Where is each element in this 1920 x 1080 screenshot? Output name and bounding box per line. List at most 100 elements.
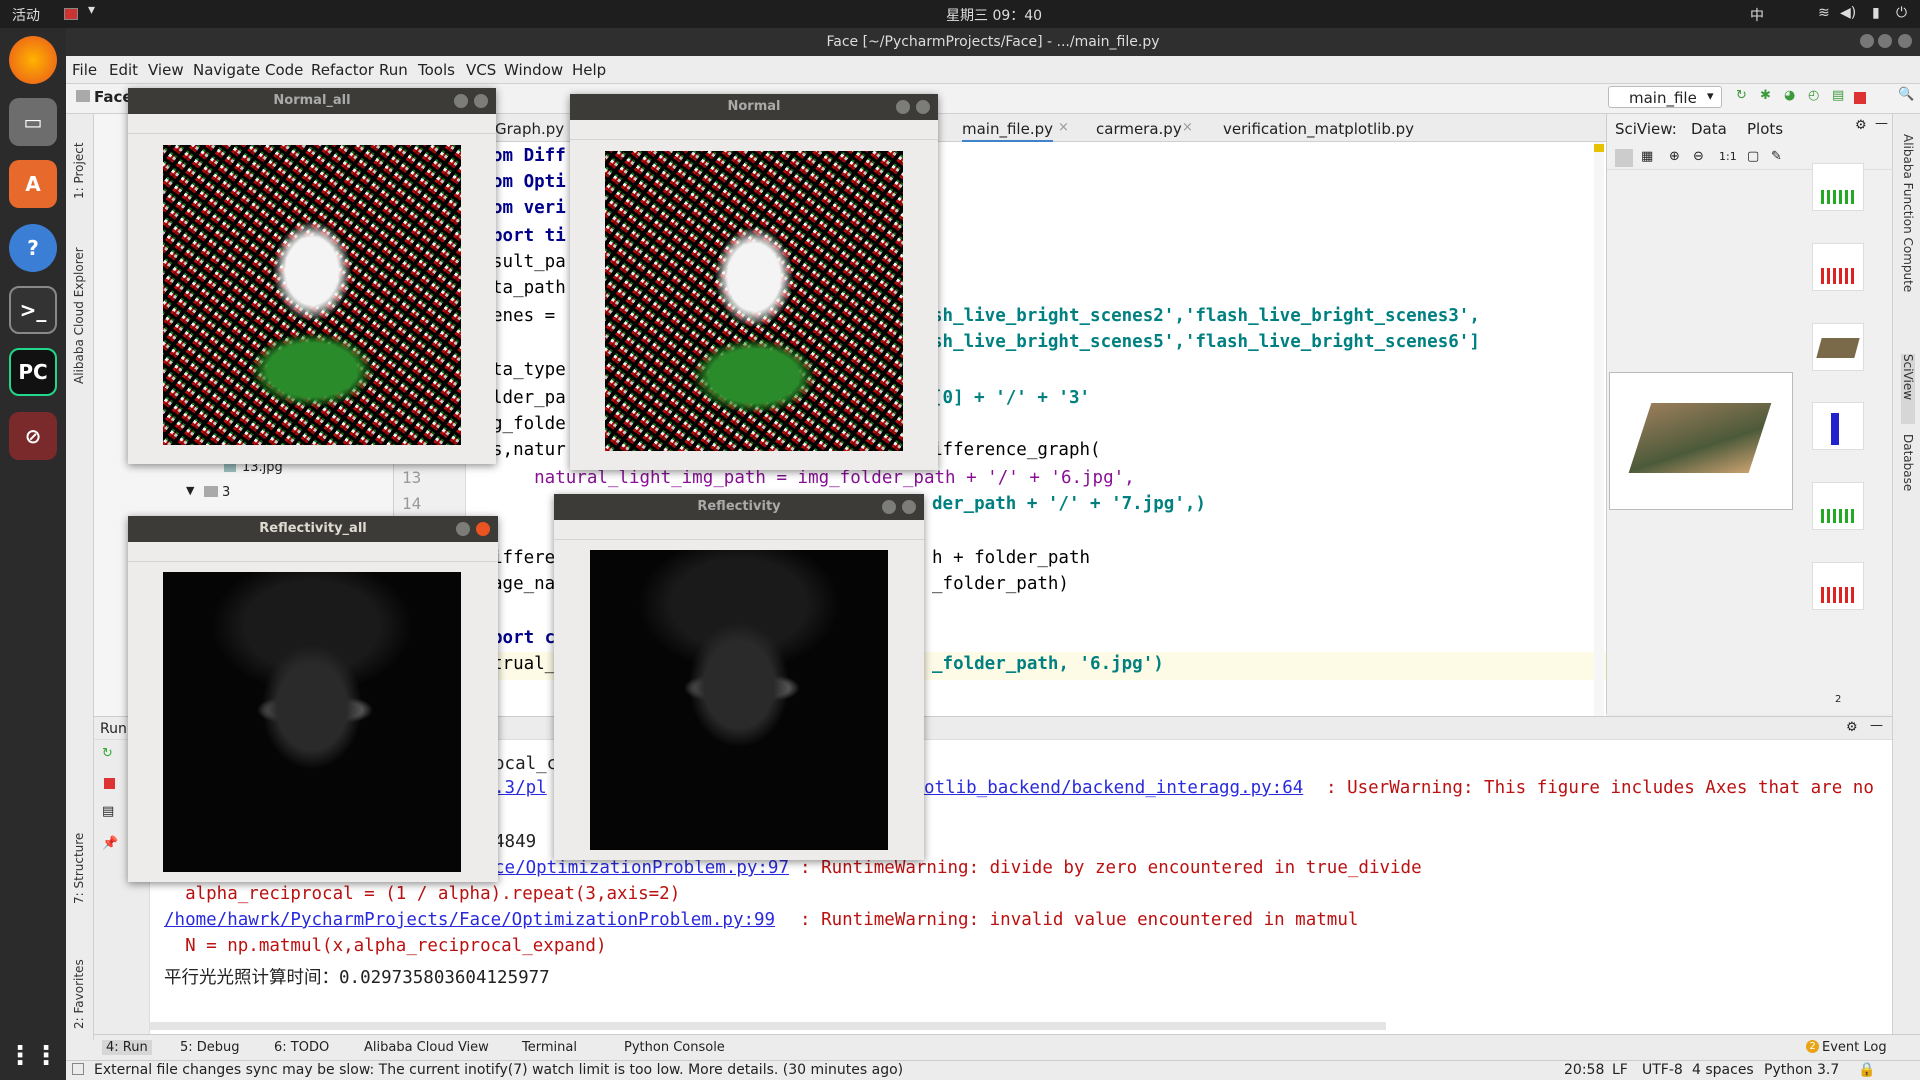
color-picker-icon[interactable]: ✎: [1771, 149, 1782, 164]
activities-button[interactable]: 活动: [12, 5, 40, 25]
chevron-down-icon[interactable]: ▼: [186, 484, 194, 497]
terminal-tool-button[interactable]: Terminal: [522, 1040, 577, 1055]
indent-setting[interactable]: 4 spaces: [1692, 1062, 1754, 1078]
wifi-icon[interactable]: ≋: [1818, 5, 1830, 21]
favorites-tool-tab[interactable]: 2: Favorites: [72, 934, 86, 1029]
menu-navigate[interactable]: Navigate: [193, 61, 260, 79]
screen-recorder-icon[interactable]: ⊘: [9, 412, 57, 460]
run-tool-button[interactable]: 4: Run: [102, 1040, 152, 1055]
frame-icon[interactable]: ▢: [1747, 149, 1759, 164]
close-button[interactable]: [916, 100, 930, 114]
sciview-tool-tab[interactable]: SciView: [1901, 354, 1915, 424]
minimize-button[interactable]: [1860, 34, 1874, 48]
plot-thumbnail[interactable]: [1812, 323, 1864, 371]
function-compute-tool-tab[interactable]: Alibaba Function Compute: [1901, 134, 1915, 334]
menu-vcs[interactable]: VCS: [466, 61, 496, 79]
volume-icon[interactable]: ◀): [1840, 5, 1856, 21]
sciview-tab-plots[interactable]: Plots: [1747, 120, 1783, 138]
caret-position[interactable]: 20:58: [1564, 1062, 1604, 1078]
layout-icon[interactable]: ▤: [102, 804, 114, 819]
menu-help[interactable]: Help: [572, 61, 606, 79]
pycharm-icon[interactable]: PC: [9, 348, 57, 396]
zoom-out-icon[interactable]: ⊖: [1693, 149, 1704, 164]
close-tab-icon[interactable]: ×: [1182, 120, 1193, 135]
battery-icon[interactable]: ▮: [1872, 5, 1880, 21]
hide-icon[interactable]: —: [1875, 116, 1888, 131]
tree-item-folder[interactable]: 3: [222, 485, 230, 500]
minimize-button[interactable]: [456, 522, 470, 536]
cloud-explorer-tool-tab[interactable]: Alibaba Cloud Explorer: [72, 224, 86, 384]
tab-verification-matplotlib[interactable]: verification_matplotlib.py: [1223, 120, 1414, 138]
file-encoding[interactable]: UTF-8: [1642, 1062, 1683, 1078]
debug-tool-button[interactable]: 5: Debug: [180, 1040, 240, 1055]
close-button[interactable]: [476, 522, 490, 536]
plot-thumbnail[interactable]: [1812, 482, 1864, 530]
menu-tools[interactable]: Tools: [418, 61, 455, 79]
actual-size-button[interactable]: 1:1: [1719, 150, 1737, 163]
structure-tool-tab[interactable]: 7: Structure: [72, 814, 86, 904]
profile-icon[interactable]: ◴: [1808, 88, 1819, 103]
search-icon[interactable]: 🔍: [1898, 87, 1914, 102]
interpreter[interactable]: Python 3.7: [1764, 1062, 1839, 1078]
zoom-in-icon[interactable]: ⊕: [1669, 149, 1680, 164]
stop-icon[interactable]: [1854, 92, 1866, 104]
coverage-icon[interactable]: ◕: [1784, 88, 1795, 103]
concurrency-icon[interactable]: ▤: [1832, 88, 1844, 103]
run-config-select[interactable]: main_file ▾: [1608, 86, 1722, 108]
stop-icon[interactable]: [104, 778, 115, 789]
files-icon[interactable]: ▭: [9, 98, 57, 146]
hide-icon[interactable]: —: [1870, 718, 1883, 733]
clock[interactable]: 星期三 09：40: [946, 5, 1042, 25]
close-button[interactable]: [474, 94, 488, 108]
rerun-icon[interactable]: ↻: [102, 746, 113, 761]
plot-thumbnail[interactable]: [1812, 243, 1864, 291]
console-link[interactable]: ce/OptimizationProblem.py:97: [494, 858, 789, 878]
rerun-icon[interactable]: ↻: [1736, 88, 1747, 103]
software-center-icon[interactable]: A: [9, 160, 57, 208]
lock-icon[interactable]: 🔒: [1858, 1062, 1875, 1078]
menu-refactor[interactable]: Refactor: [311, 61, 374, 79]
gear-icon[interactable]: ⚙: [1846, 720, 1858, 735]
plot-thumbnail[interactable]: [1812, 163, 1864, 211]
minimize-button[interactable]: [882, 500, 896, 514]
menu-view[interactable]: View: [148, 61, 184, 79]
plot-thumbnail[interactable]: [1812, 402, 1864, 450]
flag-icon[interactable]: [64, 8, 78, 20]
warning-marker[interactable]: [1594, 144, 1604, 152]
line-separator[interactable]: LF: [1612, 1062, 1628, 1078]
minimize-button[interactable]: [454, 94, 468, 108]
input-method[interactable]: 中: [1750, 5, 1764, 25]
app-grid-icon[interactable]: ⋮⋮: [7, 1032, 59, 1080]
close-button[interactable]: [1898, 34, 1912, 48]
database-tool-tab[interactable]: Database: [1901, 434, 1915, 514]
grid-icon[interactable]: ▦: [1641, 149, 1653, 164]
python-console-tool-button[interactable]: Python Console: [624, 1040, 725, 1055]
menu-file[interactable]: File: [72, 61, 97, 79]
chevron-down-icon[interactable]: ▾: [88, 2, 95, 18]
maximize-button[interactable]: [1878, 34, 1892, 48]
close-tab-icon[interactable]: ×: [1058, 120, 1069, 135]
tab-carmera[interactable]: carmera.py: [1096, 120, 1182, 138]
fit-icon[interactable]: [1615, 149, 1633, 167]
power-icon[interactable]: ⏻: [1896, 5, 1907, 21]
tab-main-file[interactable]: main_file.py: [962, 120, 1053, 143]
help-icon[interactable]: ?: [9, 224, 57, 272]
menu-window[interactable]: Window: [504, 61, 563, 79]
menu-code[interactable]: Code: [265, 61, 303, 79]
event-log-button[interactable]: Event Log: [1822, 1040, 1887, 1055]
tab-graph[interactable]: Graph.py: [495, 120, 564, 138]
editor-scrollbar[interactable]: [1594, 142, 1604, 716]
breadcrumb-project[interactable]: Face: [94, 88, 133, 106]
todo-tool-button[interactable]: 6: TODO: [274, 1040, 329, 1055]
console-scrollbar[interactable]: [150, 1022, 1386, 1030]
pin-icon[interactable]: 📌: [102, 836, 118, 851]
firefox-icon[interactable]: [9, 36, 57, 84]
gear-icon[interactable]: ⚙: [1855, 118, 1867, 133]
status-message[interactable]: External file changes sync may be slow: …: [94, 1062, 903, 1078]
menu-run[interactable]: Run: [379, 61, 408, 79]
cloud-view-tool-button[interactable]: Alibaba Cloud View: [364, 1040, 489, 1055]
console-link[interactable]: .3/pl: [494, 778, 547, 798]
console-link[interactable]: /home/hawrk/PycharmProjects/Face/Optimiz…: [164, 910, 775, 930]
plot-preview[interactable]: [1609, 372, 1793, 510]
sciview-tab-data[interactable]: Data: [1691, 120, 1727, 138]
